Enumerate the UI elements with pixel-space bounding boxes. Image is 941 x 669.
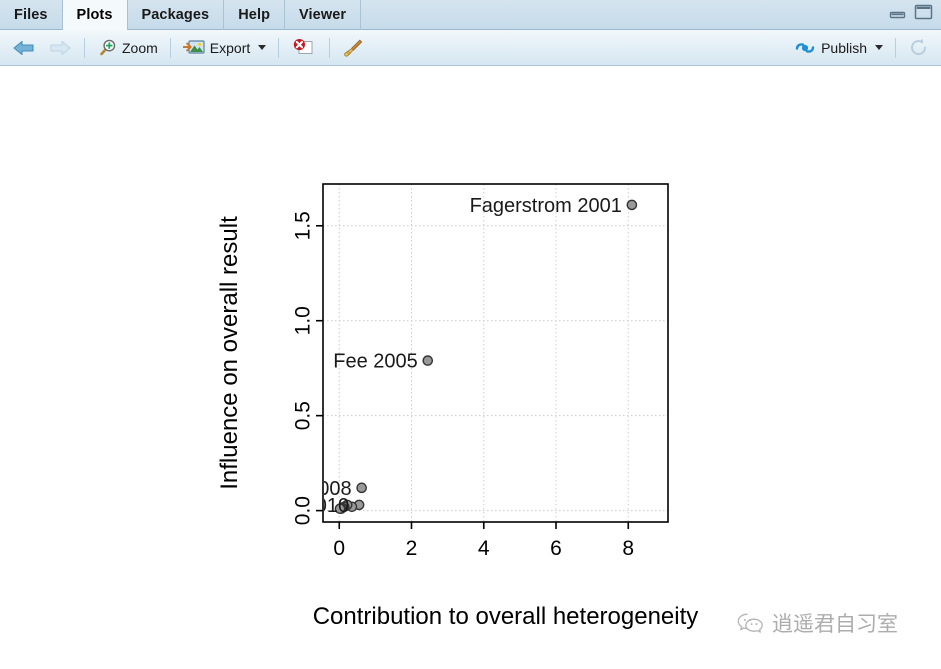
watermark: 逍遥君自习室 [737, 608, 898, 638]
export-button[interactable]: Export [177, 36, 272, 59]
zoom-button[interactable]: Zoom [91, 36, 164, 60]
tab-packages[interactable]: Packages [128, 0, 225, 30]
rstudio-plots-pane: Files Plots Packages Help Viewer Zoom Ex… [0, 0, 941, 669]
toolbar-left-group: Zoom Export [6, 30, 370, 65]
x-axis-tick-label: 8 [622, 537, 634, 560]
tab-plots-label: Plots [76, 7, 113, 23]
toolbar-divider [84, 37, 85, 58]
wechat-icon [737, 612, 765, 635]
export-label: Export [209, 39, 251, 56]
refresh-button[interactable] [902, 35, 935, 60]
publish-button[interactable]: Publish [788, 37, 889, 59]
data-point [422, 355, 434, 366]
zoom-label: Zoom [122, 39, 158, 56]
window-controls [889, 4, 933, 20]
plots-toolbar: Zoom Export Publish [0, 30, 941, 66]
tab-files[interactable]: Files [0, 0, 63, 30]
tab-viewer-label: Viewer [299, 7, 347, 23]
y-axis-tick-label: 0.0 [292, 496, 315, 525]
minimize-icon[interactable] [889, 6, 906, 19]
export-icon [182, 38, 205, 57]
tab-list: Files Plots Packages Help Viewer [0, 0, 362, 30]
toolbar-divider-5 [895, 37, 896, 58]
plot-canvas: 0 2 4 6 8 0.0 0.5 1.0 1.5 Fagerstrom 2001 Fee 200… [0, 67, 941, 669]
publish-label: Publish [821, 39, 867, 56]
plot-background [1, 67, 939, 669]
chevron-down-icon [258, 45, 267, 50]
tab-viewer[interactable]: Viewer [285, 0, 362, 30]
data-point [356, 482, 367, 494]
x-axis-tick-label: 4 [478, 537, 490, 560]
chevron-down-icon [875, 45, 883, 50]
previous-plot-button[interactable] [6, 36, 42, 60]
baujat-scatter-plot: 0 2 4 6 8 0.0 0.5 1.0 1.5 Fagerstrom 2001 Fee 200… [1, 67, 939, 669]
y-axis-tick-label: 1.5 [292, 211, 315, 240]
toolbar-divider-4 [329, 37, 331, 58]
y-axis-tick-label: 1.0 [292, 306, 315, 335]
broom-icon [342, 38, 364, 58]
x-axis-tick-label: 2 [406, 537, 418, 560]
x-axis-tick-label: 0 [333, 537, 345, 560]
remove-plot-button[interactable] [285, 36, 323, 59]
zoom-icon [97, 38, 117, 58]
watermark-text: 逍遥君自习室 [772, 612, 898, 636]
remove-plot-icon [291, 38, 317, 57]
clear-all-plots-button[interactable] [336, 36, 370, 60]
tab-bar: Files Plots Packages Help Viewer [0, 0, 941, 30]
y-axis-tick-label: 0.5 [292, 401, 315, 430]
x-axis-title: Contribution to overall heterogeneity [313, 603, 699, 630]
arrow-left-icon [12, 38, 36, 58]
toolbar-divider-3 [278, 37, 280, 58]
publish-icon [794, 39, 816, 57]
toolbar-divider-2 [169, 37, 171, 58]
point-label: Fee 2005 [333, 351, 418, 373]
x-axis-tick-label: 6 [550, 537, 562, 560]
toolbar-right-group: Publish [788, 30, 935, 65]
tab-packages-label: Packages [141, 7, 210, 23]
refresh-icon [908, 37, 929, 58]
tab-help[interactable]: Help [224, 0, 286, 30]
y-axis-title: Influence on overall result [216, 216, 243, 490]
arrow-right-icon [48, 38, 72, 58]
point-label: Fagerstrom 2001 [470, 195, 622, 217]
next-plot-button[interactable] [42, 36, 78, 60]
tab-help-label: Help [238, 7, 271, 23]
tab-files-label: Files [14, 7, 48, 23]
data-point [626, 199, 638, 211]
maximize-icon[interactable] [914, 4, 933, 20]
tab-plots[interactable]: Plots [62, 0, 128, 30]
